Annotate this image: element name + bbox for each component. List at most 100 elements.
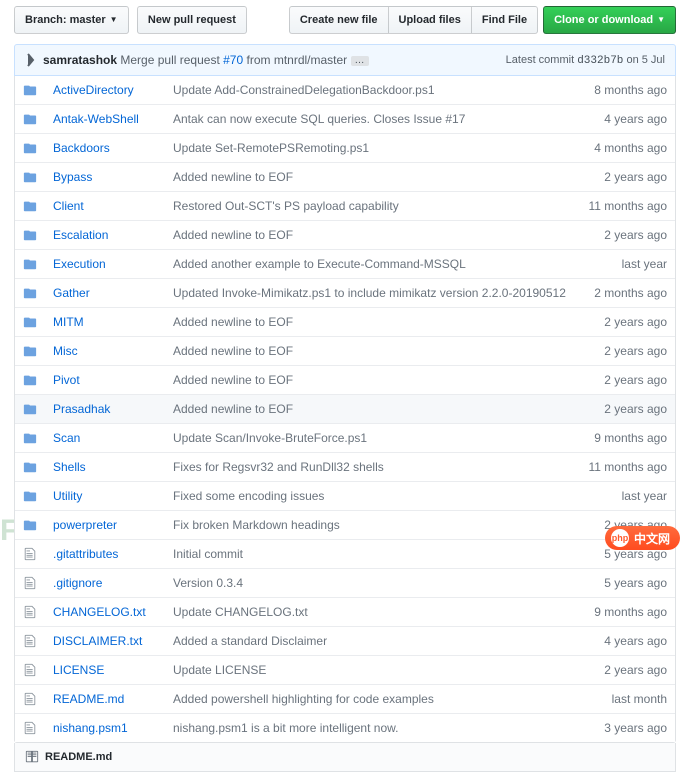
file-age: 2 years ago	[581, 656, 676, 685]
file-name-link[interactable]: Prasadhak	[53, 402, 110, 416]
file-icon	[15, 598, 45, 627]
file-row: Antak-WebShell Antak can now execute SQL …	[15, 105, 675, 134]
commit-date: on 5 Jul	[626, 54, 665, 66]
file-name-link[interactable]: powerpreter	[53, 518, 117, 532]
file-name-link[interactable]: .gitattributes	[53, 547, 118, 561]
file-age: 4 years ago	[581, 105, 676, 134]
commit-message-link[interactable]: Added another example to Execute-Command…	[173, 257, 466, 271]
file-name-link[interactable]: Execution	[53, 257, 106, 271]
file-name-link[interactable]: Gather	[53, 286, 90, 300]
file-name-link[interactable]: nishang.psm1	[53, 721, 128, 735]
file-icon	[15, 685, 45, 714]
file-icon	[15, 627, 45, 656]
file-row: ScanUpdate Scan/Invoke-BruteForce.ps19 m…	[15, 424, 675, 453]
file-icon	[15, 714, 45, 743]
commit-message-link[interactable]: Update Add-ConstrainedDelegationBackdoor…	[173, 83, 435, 97]
find-file-button[interactable]: Find File	[471, 6, 538, 34]
file-name-link[interactable]: ActiveDirectory	[53, 83, 134, 97]
latest-commit-label: Latest commit	[506, 54, 574, 66]
latest-commit-bar: samratashok Merge pull request #70 from …	[14, 44, 676, 76]
commit-message-link[interactable]: Update CHANGELOG.txt	[173, 605, 308, 619]
folder-icon	[15, 424, 45, 453]
file-name-link[interactable]: LICENSE	[53, 663, 104, 677]
file-name-link[interactable]: MITM	[53, 315, 84, 329]
commit-message-link[interactable]: Fixed some encoding issues	[173, 489, 324, 503]
commit-message-link[interactable]: Fixes for Regsvr32 and RunDll32 shells	[173, 460, 384, 474]
caret-down-icon: ▼	[110, 11, 118, 29]
file-icon	[15, 540, 45, 569]
file-age: 11 months ago	[581, 453, 676, 482]
file-name-link[interactable]: README.md	[53, 692, 124, 706]
file-age: 4 years ago	[581, 627, 676, 656]
commit-message-link[interactable]: Update LICENSE	[173, 663, 266, 677]
file-name-link[interactable]: CHANGELOG.txt	[53, 605, 146, 619]
commit-message-link[interactable]: Added newline to EOF	[173, 402, 293, 416]
file-name-link[interactable]: Bypass	[53, 170, 92, 184]
file-name-link[interactable]: Client	[53, 199, 84, 213]
commit-message-link[interactable]: Updated Invoke-Mimikatz.ps1 to include m…	[173, 286, 566, 300]
file-row: PivotAdded newline to EOF2 years ago	[15, 366, 675, 395]
commit-message-link[interactable]: Update Scan/Invoke-BruteForce.ps1	[173, 431, 367, 445]
folder-icon	[15, 453, 45, 482]
file-name-link[interactable]: Escalation	[53, 228, 108, 242]
caret-down-icon: ▼	[657, 11, 665, 29]
upload-files-button[interactable]: Upload files	[388, 6, 472, 34]
readme-filename: README.md	[45, 751, 112, 763]
commit-pr-link[interactable]: #70	[223, 53, 243, 67]
file-row: .gitignoreVersion 0.3.45 years ago	[15, 569, 675, 598]
commit-message-link[interactable]: Added newline to EOF	[173, 373, 293, 387]
file-row: Backdoors Update Set-RemotePSRemoting.ps1…	[15, 134, 675, 163]
commit-message-link[interactable]: Added newline to EOF	[173, 315, 293, 329]
commit-message-link[interactable]: Added newline to EOF	[173, 170, 293, 184]
commit-message-link[interactable]: nishang.psm1 is a bit more intelligent n…	[173, 721, 398, 735]
file-age: 2 years ago	[581, 395, 676, 424]
create-file-button[interactable]: Create new file	[289, 6, 389, 34]
chevron-right-icon	[25, 53, 37, 67]
commit-message-link[interactable]: Added newline to EOF	[173, 228, 293, 242]
file-name-link[interactable]: .gitignore	[53, 576, 102, 590]
folder-icon	[15, 337, 45, 366]
file-row: nishang.psm1 nishang.psm1 is a bit more i…	[15, 714, 675, 743]
file-row: BypassAdded newline to EOF2 years ago	[15, 163, 675, 192]
commit-message-link[interactable]: Fix broken Markdown headings	[173, 518, 340, 532]
folder-icon	[15, 366, 45, 395]
commit-message-link[interactable]: Update Set-RemotePSRemoting.ps1	[173, 141, 369, 155]
commit-message-link[interactable]: Added a standard Disclaimer	[173, 634, 327, 648]
commit-message-link[interactable]: Initial commit	[173, 547, 243, 561]
file-name-link[interactable]: Shells	[53, 460, 86, 474]
file-age: last month	[581, 685, 676, 714]
file-icon	[15, 656, 45, 685]
new-pull-request-button[interactable]: New pull request	[137, 6, 247, 34]
file-row: Client Restored Out-SCT's PS payload capa…	[15, 192, 675, 221]
watermark-right-badge: php 中文网	[605, 526, 680, 550]
file-age: 2 years ago	[581, 221, 676, 250]
file-name-link[interactable]: Backdoors	[53, 141, 110, 155]
commit-sha[interactable]: d332b7b	[577, 55, 623, 67]
file-row: powerpreterFix broken Markdown headings2…	[15, 511, 675, 540]
clone-download-button[interactable]: Clone or download ▼	[543, 6, 676, 34]
commit-message-link[interactable]: Added newline to EOF	[173, 344, 293, 358]
file-row: Execution Added another example to Execut…	[15, 250, 675, 279]
file-age: 2 months ago	[581, 279, 676, 308]
file-name-link[interactable]: Pivot	[53, 373, 80, 387]
commit-action: Merge pull request	[120, 53, 219, 67]
commit-message-link[interactable]: Added powershell highlighting for code e…	[173, 692, 434, 706]
commit-message-link[interactable]: Restored Out-SCT's PS payload capability	[173, 199, 399, 213]
commit-message-link[interactable]: Version 0.3.4	[173, 576, 243, 590]
expand-commit-message[interactable]: …	[351, 56, 369, 66]
commit-message-link[interactable]: Antak can now execute SQL queries. Close…	[173, 112, 465, 126]
file-name-link[interactable]: Misc	[53, 344, 78, 358]
file-name-link[interactable]: Antak-WebShell	[53, 112, 139, 126]
file-name-link[interactable]: DISCLAIMER.txt	[53, 634, 142, 648]
file-name-link[interactable]: Utility	[53, 489, 82, 503]
file-age: 4 months ago	[581, 134, 676, 163]
file-age: last year	[581, 482, 676, 511]
file-age: 8 months ago	[581, 76, 676, 105]
file-row: Utility Fixed some encoding issues last ye…	[15, 482, 675, 511]
folder-icon	[15, 279, 45, 308]
commit-author[interactable]: samratashok	[43, 53, 117, 67]
branch-selector[interactable]: Branch: master ▼	[14, 6, 129, 34]
file-row: ActiveDirectory Update Add-ConstrainedDel…	[15, 76, 675, 105]
folder-icon	[15, 76, 45, 105]
file-name-link[interactable]: Scan	[53, 431, 80, 445]
